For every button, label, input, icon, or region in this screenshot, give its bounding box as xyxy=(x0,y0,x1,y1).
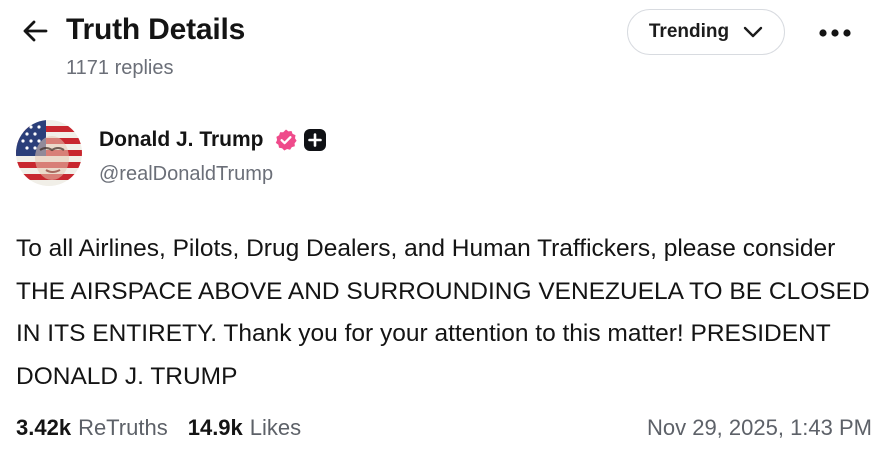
back-button[interactable] xyxy=(18,14,52,48)
retruths-label: ReTruths xyxy=(78,415,168,440)
verified-badge-icon xyxy=(275,129,297,151)
post-author: Donald J. Trump @realDonaldTrump xyxy=(16,120,616,188)
sort-dropdown[interactable]: Trending xyxy=(627,9,785,55)
avatar-image xyxy=(16,120,82,186)
more-horizontal-icon xyxy=(819,29,851,37)
plus-badge-icon xyxy=(304,129,326,151)
more-options-button[interactable] xyxy=(812,16,858,50)
page-header: Truth Details 1171 replies Trending xyxy=(0,0,886,100)
likes-stat[interactable]: 14.9k Likes xyxy=(188,413,301,443)
avatar[interactable] xyxy=(16,120,82,186)
post-timestamp: Nov 29, 2025, 1:43 PM xyxy=(646,415,872,440)
author-handle: @realDonaldTrump xyxy=(99,163,274,185)
page-title: Truth Details xyxy=(66,13,246,46)
author-name[interactable]: Donald J. Trump xyxy=(99,126,264,154)
reply-count: 1171 replies xyxy=(66,57,174,79)
post-stats: 3.42k ReTruths 14.9k Likes xyxy=(16,413,301,443)
arrow-left-icon xyxy=(23,20,48,42)
likes-count: 14.9k xyxy=(187,415,243,440)
sort-dropdown-label: Trending xyxy=(648,21,730,42)
likes-label: Likes xyxy=(249,415,302,440)
retruths-count: 3.42k xyxy=(16,415,72,440)
author-badges xyxy=(274,128,326,152)
chevron-down-icon xyxy=(743,26,763,38)
post-body: To all Airlines, Pilots, Drug Dealers, a… xyxy=(16,235,870,390)
retruths-stat[interactable]: 3.42k ReTruths xyxy=(16,413,168,443)
